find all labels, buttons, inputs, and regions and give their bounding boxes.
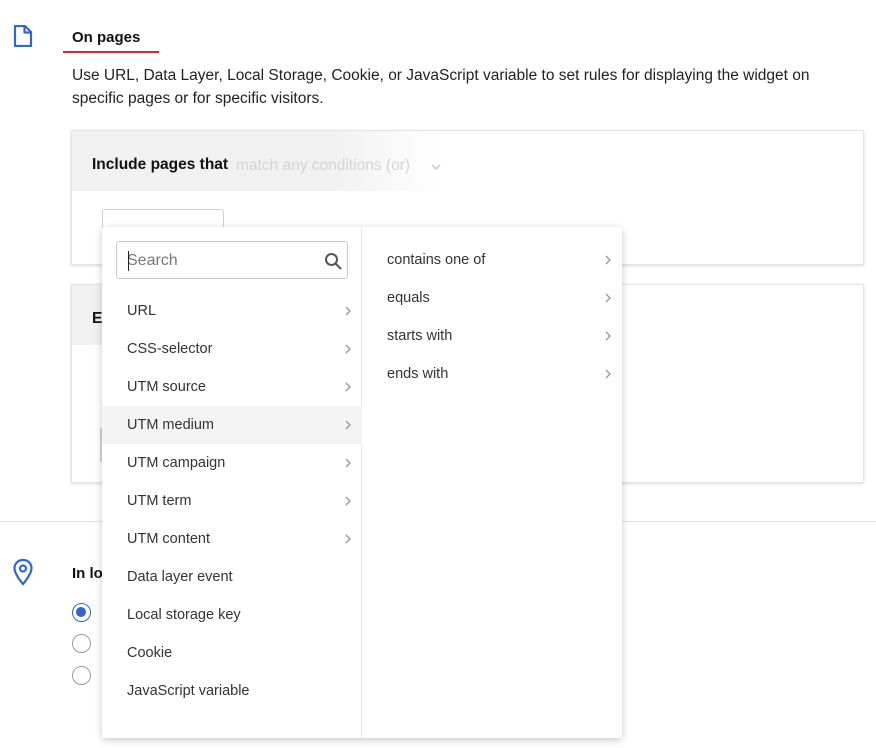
condition-option-url[interactable]: URL xyxy=(102,292,362,330)
map-pin-icon xyxy=(13,558,33,586)
search-icon[interactable] xyxy=(324,252,342,270)
option-label: ends with xyxy=(387,366,449,382)
option-label: Local storage key xyxy=(127,607,241,623)
option-label: equals xyxy=(387,290,430,306)
on-pages-title[interactable]: On pages xyxy=(72,29,140,46)
operator-panel: contains one of equals starts with ends … xyxy=(363,241,622,393)
option-label: UTM source xyxy=(127,379,206,395)
active-tab-underline xyxy=(63,51,159,53)
chevron-right-icon xyxy=(345,458,351,468)
condition-option-utm-content[interactable]: UTM content xyxy=(102,520,362,558)
operator-option-equals[interactable]: equals xyxy=(363,279,622,317)
option-label: starts with xyxy=(387,328,453,344)
condition-option-data-layer-event[interactable]: Data layer event xyxy=(102,558,362,596)
exclude-pages-title: E xyxy=(92,310,103,327)
location-radio-1[interactable] xyxy=(72,603,91,622)
search-box[interactable] xyxy=(116,241,348,279)
chevron-right-icon xyxy=(345,534,351,544)
chevron-right-icon xyxy=(605,255,611,265)
condition-type-panel: URL CSS-selector UTM source UTM medium U… xyxy=(102,227,362,738)
option-label: contains one of xyxy=(387,252,486,268)
option-label: JavaScript variable xyxy=(127,683,250,699)
option-label: URL xyxy=(127,303,157,319)
location-section-title: In lo xyxy=(72,565,103,582)
chevron-right-icon xyxy=(345,420,351,430)
operator-option-ends-with[interactable]: ends with xyxy=(363,355,622,393)
chevron-right-icon xyxy=(345,344,351,354)
condition-dropdown: URL CSS-selector UTM source UTM medium U… xyxy=(102,227,622,738)
on-pages-description: Use URL, Data Layer, Local Storage, Cook… xyxy=(72,67,810,107)
chevron-right-icon xyxy=(345,382,351,392)
text-cursor xyxy=(128,251,129,271)
operator-option-starts-with[interactable]: starts with xyxy=(363,317,622,355)
match-mode-select[interactable]: match any conditions (or) xyxy=(236,157,410,175)
condition-option-local-storage-key[interactable]: Local storage key xyxy=(102,596,362,634)
operator-option-contains-one-of[interactable]: contains one of xyxy=(363,241,622,279)
option-label: UTM term xyxy=(127,493,192,509)
option-label: UTM medium xyxy=(127,417,215,433)
chevron-right-icon xyxy=(345,496,351,506)
chevron-right-icon xyxy=(345,306,351,316)
condition-option-utm-campaign[interactable]: UTM campaign xyxy=(102,444,362,482)
option-label: CSS-selector xyxy=(127,341,213,357)
condition-option-utm-source[interactable]: UTM source xyxy=(102,368,362,406)
page: On pages Use URL, Data Layer, Local Stor… xyxy=(0,0,876,748)
include-pages-title: Include pages that xyxy=(92,156,229,173)
condition-option-javascript-variable[interactable]: JavaScript variable xyxy=(102,672,362,710)
condition-option-css-selector[interactable]: CSS-selector xyxy=(102,330,362,368)
condition-option-utm-term[interactable]: UTM term xyxy=(102,482,362,520)
location-radio-3[interactable] xyxy=(72,666,91,685)
location-radio-2[interactable] xyxy=(72,634,91,653)
option-label: UTM campaign xyxy=(127,455,226,471)
condition-option-utm-medium[interactable]: UTM medium xyxy=(102,406,362,444)
condition-option-cookie[interactable]: Cookie xyxy=(102,634,362,672)
search-input[interactable] xyxy=(127,248,307,274)
chevron-right-icon xyxy=(605,331,611,341)
chevron-right-icon xyxy=(605,369,611,379)
option-label: Data layer event xyxy=(127,569,233,585)
option-label: Cookie xyxy=(127,645,173,661)
condition-type-list: URL CSS-selector UTM source UTM medium U… xyxy=(102,292,362,710)
chevron-down-icon[interactable] xyxy=(430,161,442,173)
option-label: UTM content xyxy=(127,531,210,547)
chevron-right-icon xyxy=(605,293,611,303)
document-icon xyxy=(13,25,33,47)
